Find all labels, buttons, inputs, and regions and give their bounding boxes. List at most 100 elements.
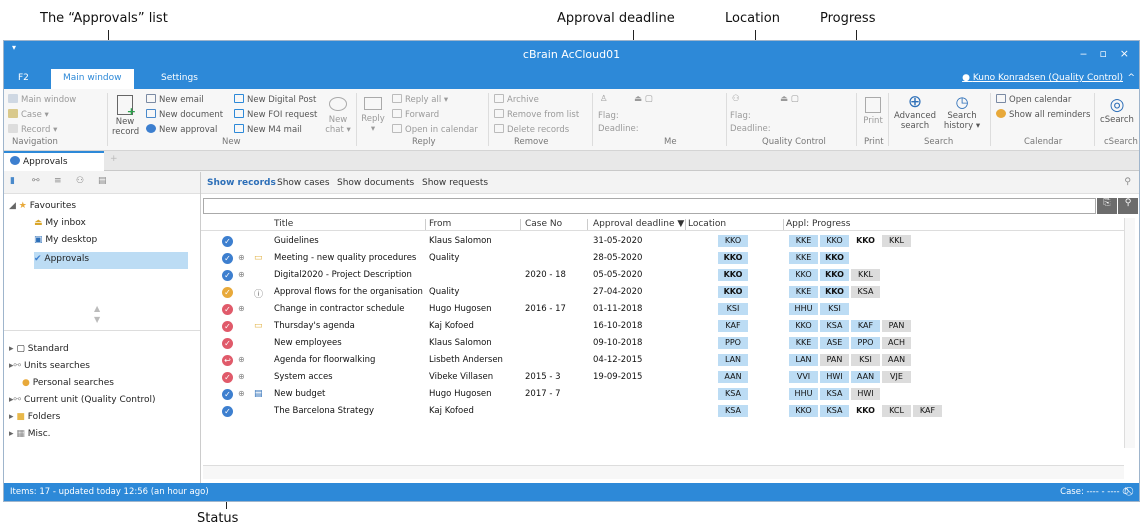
table-row[interactable]: ✓ The Barcelona Strategy Kaj Kofoed KSA KKO K… <box>201 403 1135 420</box>
tree-item-misc[interactable]: ▸ ▦ Misc. <box>9 429 51 439</box>
row-from: Hugo Hugosen <box>429 389 492 399</box>
list-icon[interactable]: ≡ <box>54 176 62 186</box>
search-history-button[interactable]: ◷ Search history ▾ <box>942 93 982 131</box>
search-options-icon[interactable]: ⎘ <box>1097 198 1117 214</box>
reply-all-button[interactable]: Reply all ▾ <box>392 94 448 105</box>
tab-approvals[interactable]: Approvals <box>4 151 104 171</box>
table-row[interactable]: ✓ ⊕ Change in contractor schedule Hugo Hugo… <box>201 301 1135 318</box>
users-icon[interactable]: ⚇ <box>76 176 84 186</box>
qc-reminder-icon[interactable]: ⏏ ▢ <box>780 94 799 104</box>
home-icon <box>8 94 18 103</box>
new-email-button[interactable]: New email <box>146 94 204 105</box>
table-row[interactable]: ✓ ⊕ ▤ New budget Hugo Hugosen 2017 - 7 KSA HHU K… <box>201 386 1135 403</box>
status-icon: ✓ <box>222 372 233 383</box>
table-row[interactable]: ✓ ⊕ Digital2020 - Project Description 2020 … <box>201 267 1135 284</box>
me-flag-icon[interactable]: ♙ <box>600 94 608 104</box>
tab-show-requests[interactable]: Show requests <box>422 178 488 188</box>
new-digital-post-button[interactable]: New Digital Post <box>234 94 316 105</box>
status-icon: ✓ <box>222 406 233 417</box>
tab-show-records[interactable]: Show records <box>207 178 276 188</box>
new-document-button[interactable]: New document <box>146 109 223 120</box>
navigation-toolbar: ▮ ⚯ ≡ ⚇ ▤ <box>4 172 200 194</box>
table-row[interactable]: ✓ ⊕ ▭ Meeting - new quality procedures Quali… <box>201 250 1135 267</box>
table-row[interactable]: ✓ New employees Klaus Salomon 09-10-2018 PPO… <box>201 335 1135 352</box>
table-row[interactable]: ↩ ⊕ Agenda for floorwalking Lisbeth Anderse… <box>201 352 1135 369</box>
new-m4-mail-button[interactable]: New M4 mail <box>234 124 302 135</box>
open-calendar-button[interactable]: Open calendar <box>996 94 1071 105</box>
progress-badge: PAN <box>820 354 849 366</box>
maximize-button[interactable]: ▫ <box>1100 47 1107 60</box>
tree-item-standard[interactable]: ▸ ▢ Standard <box>9 344 69 354</box>
folder-icon: ▭ <box>254 321 263 331</box>
record-button[interactable]: Record ▾ <box>8 124 57 135</box>
tab-f2[interactable]: F2 <box>18 73 29 83</box>
chat-icon <box>329 97 347 111</box>
qc-flag-label: Flag: <box>730 111 751 121</box>
progress-badge: KKO <box>789 320 818 332</box>
new-tab-icon[interactable]: + <box>110 154 118 164</box>
new-approval-button[interactable]: New approval <box>146 124 217 135</box>
reply-icon <box>364 97 382 110</box>
tree-item-my-inbox[interactable]: ⏏ My inbox <box>34 218 86 228</box>
table-row[interactable]: ✓ ▭ Thursday's agenda Kaj Kofoed 16-10-2018 K… <box>201 318 1135 335</box>
archive-button[interactable]: Archive <box>494 94 539 105</box>
tab-main-window[interactable]: Main window <box>51 69 134 89</box>
user-link[interactable]: ● Kuno Konradsen (Quality Control) <box>962 73 1123 83</box>
case-button[interactable]: Case ▾ <box>8 109 49 120</box>
column-from[interactable]: From <box>429 219 451 229</box>
table-row[interactable]: ✓ Guidelines Klaus Salomon 31-05-2020 KKO KKE… <box>201 233 1135 250</box>
column-title[interactable]: Title <box>274 219 293 229</box>
advanced-search-button[interactable]: ⊕ Advanced search <box>894 93 936 131</box>
search-input[interactable] <box>203 198 1096 214</box>
new-chat-button[interactable]: New chat ▾ <box>324 97 352 135</box>
location-badge: KAF <box>718 320 748 332</box>
print-button[interactable]: Print <box>862 97 884 126</box>
tree-item-approvals[interactable]: ✔ Approvals <box>34 254 89 264</box>
table-row[interactable]: ✓ ⊕ System acces Vibeke Villasen 2015 - 3 19-… <box>201 369 1135 386</box>
delete-records-button[interactable]: Delete records <box>494 124 569 135</box>
column-approval-deadline[interactable]: Approval deadline ▼ <box>593 219 684 229</box>
minimize-button[interactable]: ‒ <box>1080 47 1087 60</box>
column-location[interactable]: Location <box>688 219 726 229</box>
pages-icon[interactable]: ▤ <box>98 176 107 186</box>
column-case-no[interactable]: Case No <box>525 219 562 229</box>
divider <box>587 219 588 230</box>
me-reminder-icon[interactable]: ⏏ ▢ <box>634 94 653 104</box>
user-icon: ● <box>962 73 973 83</box>
reply-button[interactable]: Reply ▾ <box>360 97 386 134</box>
tree-item-favourites[interactable]: ◢ ★ Favourites <box>9 201 76 211</box>
tab-show-cases[interactable]: Show cases <box>277 178 330 188</box>
close-button[interactable]: × <box>1120 47 1129 60</box>
tab-show-documents[interactable]: Show documents <box>337 178 414 188</box>
location-badge: KSA <box>718 388 748 400</box>
new-record-button[interactable]: + New record <box>112 95 139 137</box>
remove-from-list-button[interactable]: Remove from list <box>494 109 579 120</box>
document-icon[interactable]: ▮ <box>10 176 15 186</box>
tree-item-units-searches[interactable]: ▸⚯ Units searches <box>9 361 90 371</box>
qc-flag-icon[interactable]: ⚇ <box>732 94 740 104</box>
tree-item-my-desktop[interactable]: ▣ My desktop <box>34 235 97 245</box>
tree-item-current-unit[interactable]: ▸⚯ Current unit (Quality Control) <box>9 395 156 405</box>
tree-item-folders[interactable]: ▸ ■ Folders <box>9 412 60 422</box>
table-row[interactable]: ✓ ⓘ Approval flows for the organisation Qua… <box>201 284 1135 301</box>
m4-mail-icon <box>234 124 244 133</box>
splitter-down-icon[interactable]: ▼ <box>94 315 100 324</box>
collapse-ribbon-icon[interactable]: ^ <box>1127 73 1135 83</box>
tab-settings[interactable]: Settings <box>161 73 198 83</box>
open-in-calendar-button[interactable]: Open in calendar <box>392 124 478 135</box>
tree-item-personal-searches[interactable]: ● Personal searches <box>22 378 114 388</box>
horizontal-scrollbar[interactable] <box>203 465 1124 479</box>
show-all-reminders-button[interactable]: Show all reminders <box>996 109 1090 120</box>
tree-icon[interactable]: ⚯ <box>32 176 40 186</box>
search-icon[interactable]: ⚲ <box>1118 198 1138 214</box>
new-foi-request-button[interactable]: New FOI request <box>234 109 317 120</box>
forward-button[interactable]: Forward <box>392 109 439 120</box>
vertical-scrollbar[interactable] <box>1124 218 1135 448</box>
main-window-button[interactable]: Main window <box>8 94 76 105</box>
csearch-button[interactable]: ◎ cSearch <box>1098 95 1136 125</box>
filter-settings-icon[interactable]: ⚲ <box>1124 177 1131 187</box>
status-case-text: Case: ---- - ---- ⏱ ⃠ <box>1060 487 1131 497</box>
splitter-up-icon[interactable]: ▲ <box>94 304 100 313</box>
column-progress[interactable]: Appl: Progress <box>786 219 850 229</box>
row-from: Klaus Salomon <box>429 236 492 246</box>
